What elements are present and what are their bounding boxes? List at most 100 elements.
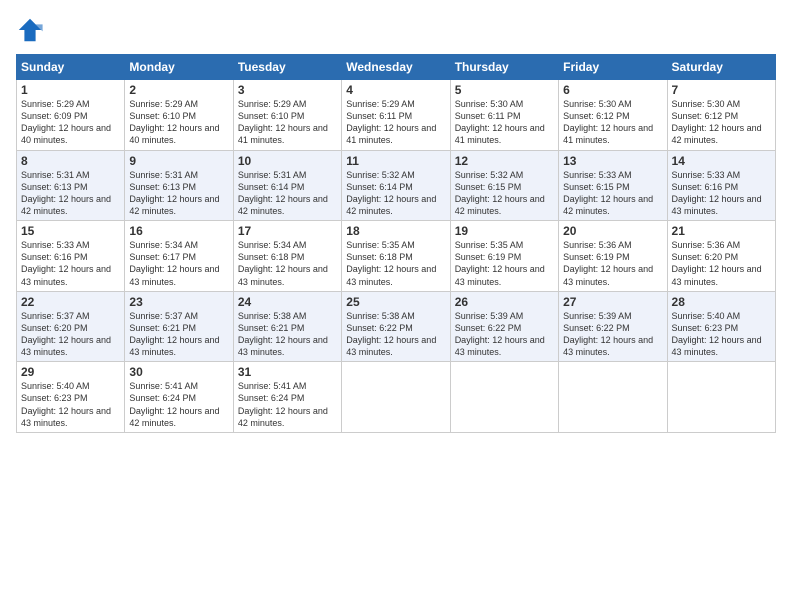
calendar-cell: 24Sunrise: 5:38 AMSunset: 6:21 PMDayligh… <box>233 291 341 362</box>
calendar-week-3: 15Sunrise: 5:33 AMSunset: 6:16 PMDayligh… <box>17 221 776 292</box>
calendar-cell: 19Sunrise: 5:35 AMSunset: 6:19 PMDayligh… <box>450 221 558 292</box>
day-number: 27 <box>563 295 662 309</box>
calendar-cell: 22Sunrise: 5:37 AMSunset: 6:20 PMDayligh… <box>17 291 125 362</box>
day-info: Sunrise: 5:29 AMSunset: 6:09 PMDaylight:… <box>21 98 120 147</box>
day-info: Sunrise: 5:32 AMSunset: 6:14 PMDaylight:… <box>346 169 445 218</box>
day-info: Sunrise: 5:31 AMSunset: 6:13 PMDaylight:… <box>21 169 120 218</box>
calendar-cell: 8Sunrise: 5:31 AMSunset: 6:13 PMDaylight… <box>17 150 125 221</box>
calendar-cell <box>667 362 775 433</box>
weekday-header-monday: Monday <box>125 55 233 80</box>
day-number: 14 <box>672 154 771 168</box>
calendar-cell: 15Sunrise: 5:33 AMSunset: 6:16 PMDayligh… <box>17 221 125 292</box>
day-info: Sunrise: 5:30 AMSunset: 6:11 PMDaylight:… <box>455 98 554 147</box>
calendar-week-2: 8Sunrise: 5:31 AMSunset: 6:13 PMDaylight… <box>17 150 776 221</box>
calendar-cell: 1Sunrise: 5:29 AMSunset: 6:09 PMDaylight… <box>17 80 125 151</box>
day-info: Sunrise: 5:35 AMSunset: 6:19 PMDaylight:… <box>455 239 554 288</box>
calendar-cell: 4Sunrise: 5:29 AMSunset: 6:11 PMDaylight… <box>342 80 450 151</box>
day-info: Sunrise: 5:34 AMSunset: 6:17 PMDaylight:… <box>129 239 228 288</box>
day-info: Sunrise: 5:40 AMSunset: 6:23 PMDaylight:… <box>21 380 120 429</box>
day-info: Sunrise: 5:39 AMSunset: 6:22 PMDaylight:… <box>563 310 662 359</box>
day-number: 9 <box>129 154 228 168</box>
calendar-header: SundayMondayTuesdayWednesdayThursdayFrid… <box>17 55 776 80</box>
calendar-cell: 14Sunrise: 5:33 AMSunset: 6:16 PMDayligh… <box>667 150 775 221</box>
calendar-cell: 20Sunrise: 5:36 AMSunset: 6:19 PMDayligh… <box>559 221 667 292</box>
day-number: 2 <box>129 83 228 97</box>
weekday-header-row: SundayMondayTuesdayWednesdayThursdayFrid… <box>17 55 776 80</box>
day-number: 10 <box>238 154 337 168</box>
calendar-cell: 16Sunrise: 5:34 AMSunset: 6:17 PMDayligh… <box>125 221 233 292</box>
calendar-cell: 31Sunrise: 5:41 AMSunset: 6:24 PMDayligh… <box>233 362 341 433</box>
day-info: Sunrise: 5:36 AMSunset: 6:19 PMDaylight:… <box>563 239 662 288</box>
day-number: 23 <box>129 295 228 309</box>
calendar-table: SundayMondayTuesdayWednesdayThursdayFrid… <box>16 54 776 433</box>
weekday-header-tuesday: Tuesday <box>233 55 341 80</box>
day-number: 26 <box>455 295 554 309</box>
calendar-cell: 13Sunrise: 5:33 AMSunset: 6:15 PMDayligh… <box>559 150 667 221</box>
day-info: Sunrise: 5:34 AMSunset: 6:18 PMDaylight:… <box>238 239 337 288</box>
day-number: 24 <box>238 295 337 309</box>
day-info: Sunrise: 5:40 AMSunset: 6:23 PMDaylight:… <box>672 310 771 359</box>
day-number: 12 <box>455 154 554 168</box>
calendar-cell: 2Sunrise: 5:29 AMSunset: 6:10 PMDaylight… <box>125 80 233 151</box>
day-number: 19 <box>455 224 554 238</box>
calendar-cell: 25Sunrise: 5:38 AMSunset: 6:22 PMDayligh… <box>342 291 450 362</box>
day-info: Sunrise: 5:37 AMSunset: 6:20 PMDaylight:… <box>21 310 120 359</box>
calendar-week-1: 1Sunrise: 5:29 AMSunset: 6:09 PMDaylight… <box>17 80 776 151</box>
day-number: 20 <box>563 224 662 238</box>
calendar-cell: 5Sunrise: 5:30 AMSunset: 6:11 PMDaylight… <box>450 80 558 151</box>
day-number: 30 <box>129 365 228 379</box>
day-info: Sunrise: 5:38 AMSunset: 6:21 PMDaylight:… <box>238 310 337 359</box>
logo-icon <box>16 16 44 44</box>
calendar-cell: 11Sunrise: 5:32 AMSunset: 6:14 PMDayligh… <box>342 150 450 221</box>
calendar-week-4: 22Sunrise: 5:37 AMSunset: 6:20 PMDayligh… <box>17 291 776 362</box>
weekday-header-saturday: Saturday <box>667 55 775 80</box>
day-number: 22 <box>21 295 120 309</box>
day-info: Sunrise: 5:31 AMSunset: 6:14 PMDaylight:… <box>238 169 337 218</box>
day-number: 15 <box>21 224 120 238</box>
weekday-header-sunday: Sunday <box>17 55 125 80</box>
calendar-cell: 30Sunrise: 5:41 AMSunset: 6:24 PMDayligh… <box>125 362 233 433</box>
calendar-cell: 29Sunrise: 5:40 AMSunset: 6:23 PMDayligh… <box>17 362 125 433</box>
day-number: 4 <box>346 83 445 97</box>
calendar-cell: 3Sunrise: 5:29 AMSunset: 6:10 PMDaylight… <box>233 80 341 151</box>
day-number: 17 <box>238 224 337 238</box>
day-number: 8 <box>21 154 120 168</box>
day-number: 31 <box>238 365 337 379</box>
day-info: Sunrise: 5:29 AMSunset: 6:10 PMDaylight:… <box>129 98 228 147</box>
day-info: Sunrise: 5:39 AMSunset: 6:22 PMDaylight:… <box>455 310 554 359</box>
page: SundayMondayTuesdayWednesdayThursdayFrid… <box>0 0 792 612</box>
calendar-cell: 6Sunrise: 5:30 AMSunset: 6:12 PMDaylight… <box>559 80 667 151</box>
calendar-cell <box>559 362 667 433</box>
calendar-cell: 17Sunrise: 5:34 AMSunset: 6:18 PMDayligh… <box>233 221 341 292</box>
calendar-cell: 26Sunrise: 5:39 AMSunset: 6:22 PMDayligh… <box>450 291 558 362</box>
header <box>16 16 776 44</box>
day-number: 13 <box>563 154 662 168</box>
calendar-cell: 21Sunrise: 5:36 AMSunset: 6:20 PMDayligh… <box>667 221 775 292</box>
calendar-cell: 9Sunrise: 5:31 AMSunset: 6:13 PMDaylight… <box>125 150 233 221</box>
calendar-cell: 12Sunrise: 5:32 AMSunset: 6:15 PMDayligh… <box>450 150 558 221</box>
day-number: 1 <box>21 83 120 97</box>
day-number: 25 <box>346 295 445 309</box>
day-info: Sunrise: 5:30 AMSunset: 6:12 PMDaylight:… <box>672 98 771 147</box>
day-info: Sunrise: 5:32 AMSunset: 6:15 PMDaylight:… <box>455 169 554 218</box>
day-info: Sunrise: 5:33 AMSunset: 6:16 PMDaylight:… <box>21 239 120 288</box>
calendar-cell: 23Sunrise: 5:37 AMSunset: 6:21 PMDayligh… <box>125 291 233 362</box>
calendar-cell <box>342 362 450 433</box>
day-info: Sunrise: 5:41 AMSunset: 6:24 PMDaylight:… <box>129 380 228 429</box>
day-info: Sunrise: 5:29 AMSunset: 6:11 PMDaylight:… <box>346 98 445 147</box>
day-number: 18 <box>346 224 445 238</box>
day-info: Sunrise: 5:41 AMSunset: 6:24 PMDaylight:… <box>238 380 337 429</box>
day-info: Sunrise: 5:33 AMSunset: 6:15 PMDaylight:… <box>563 169 662 218</box>
weekday-header-friday: Friday <box>559 55 667 80</box>
calendar-body: 1Sunrise: 5:29 AMSunset: 6:09 PMDaylight… <box>17 80 776 433</box>
day-number: 11 <box>346 154 445 168</box>
calendar-cell: 7Sunrise: 5:30 AMSunset: 6:12 PMDaylight… <box>667 80 775 151</box>
day-number: 29 <box>21 365 120 379</box>
logo <box>16 16 48 44</box>
day-info: Sunrise: 5:30 AMSunset: 6:12 PMDaylight:… <box>563 98 662 147</box>
day-info: Sunrise: 5:33 AMSunset: 6:16 PMDaylight:… <box>672 169 771 218</box>
day-info: Sunrise: 5:36 AMSunset: 6:20 PMDaylight:… <box>672 239 771 288</box>
day-number: 6 <box>563 83 662 97</box>
weekday-header-wednesday: Wednesday <box>342 55 450 80</box>
calendar-cell: 27Sunrise: 5:39 AMSunset: 6:22 PMDayligh… <box>559 291 667 362</box>
